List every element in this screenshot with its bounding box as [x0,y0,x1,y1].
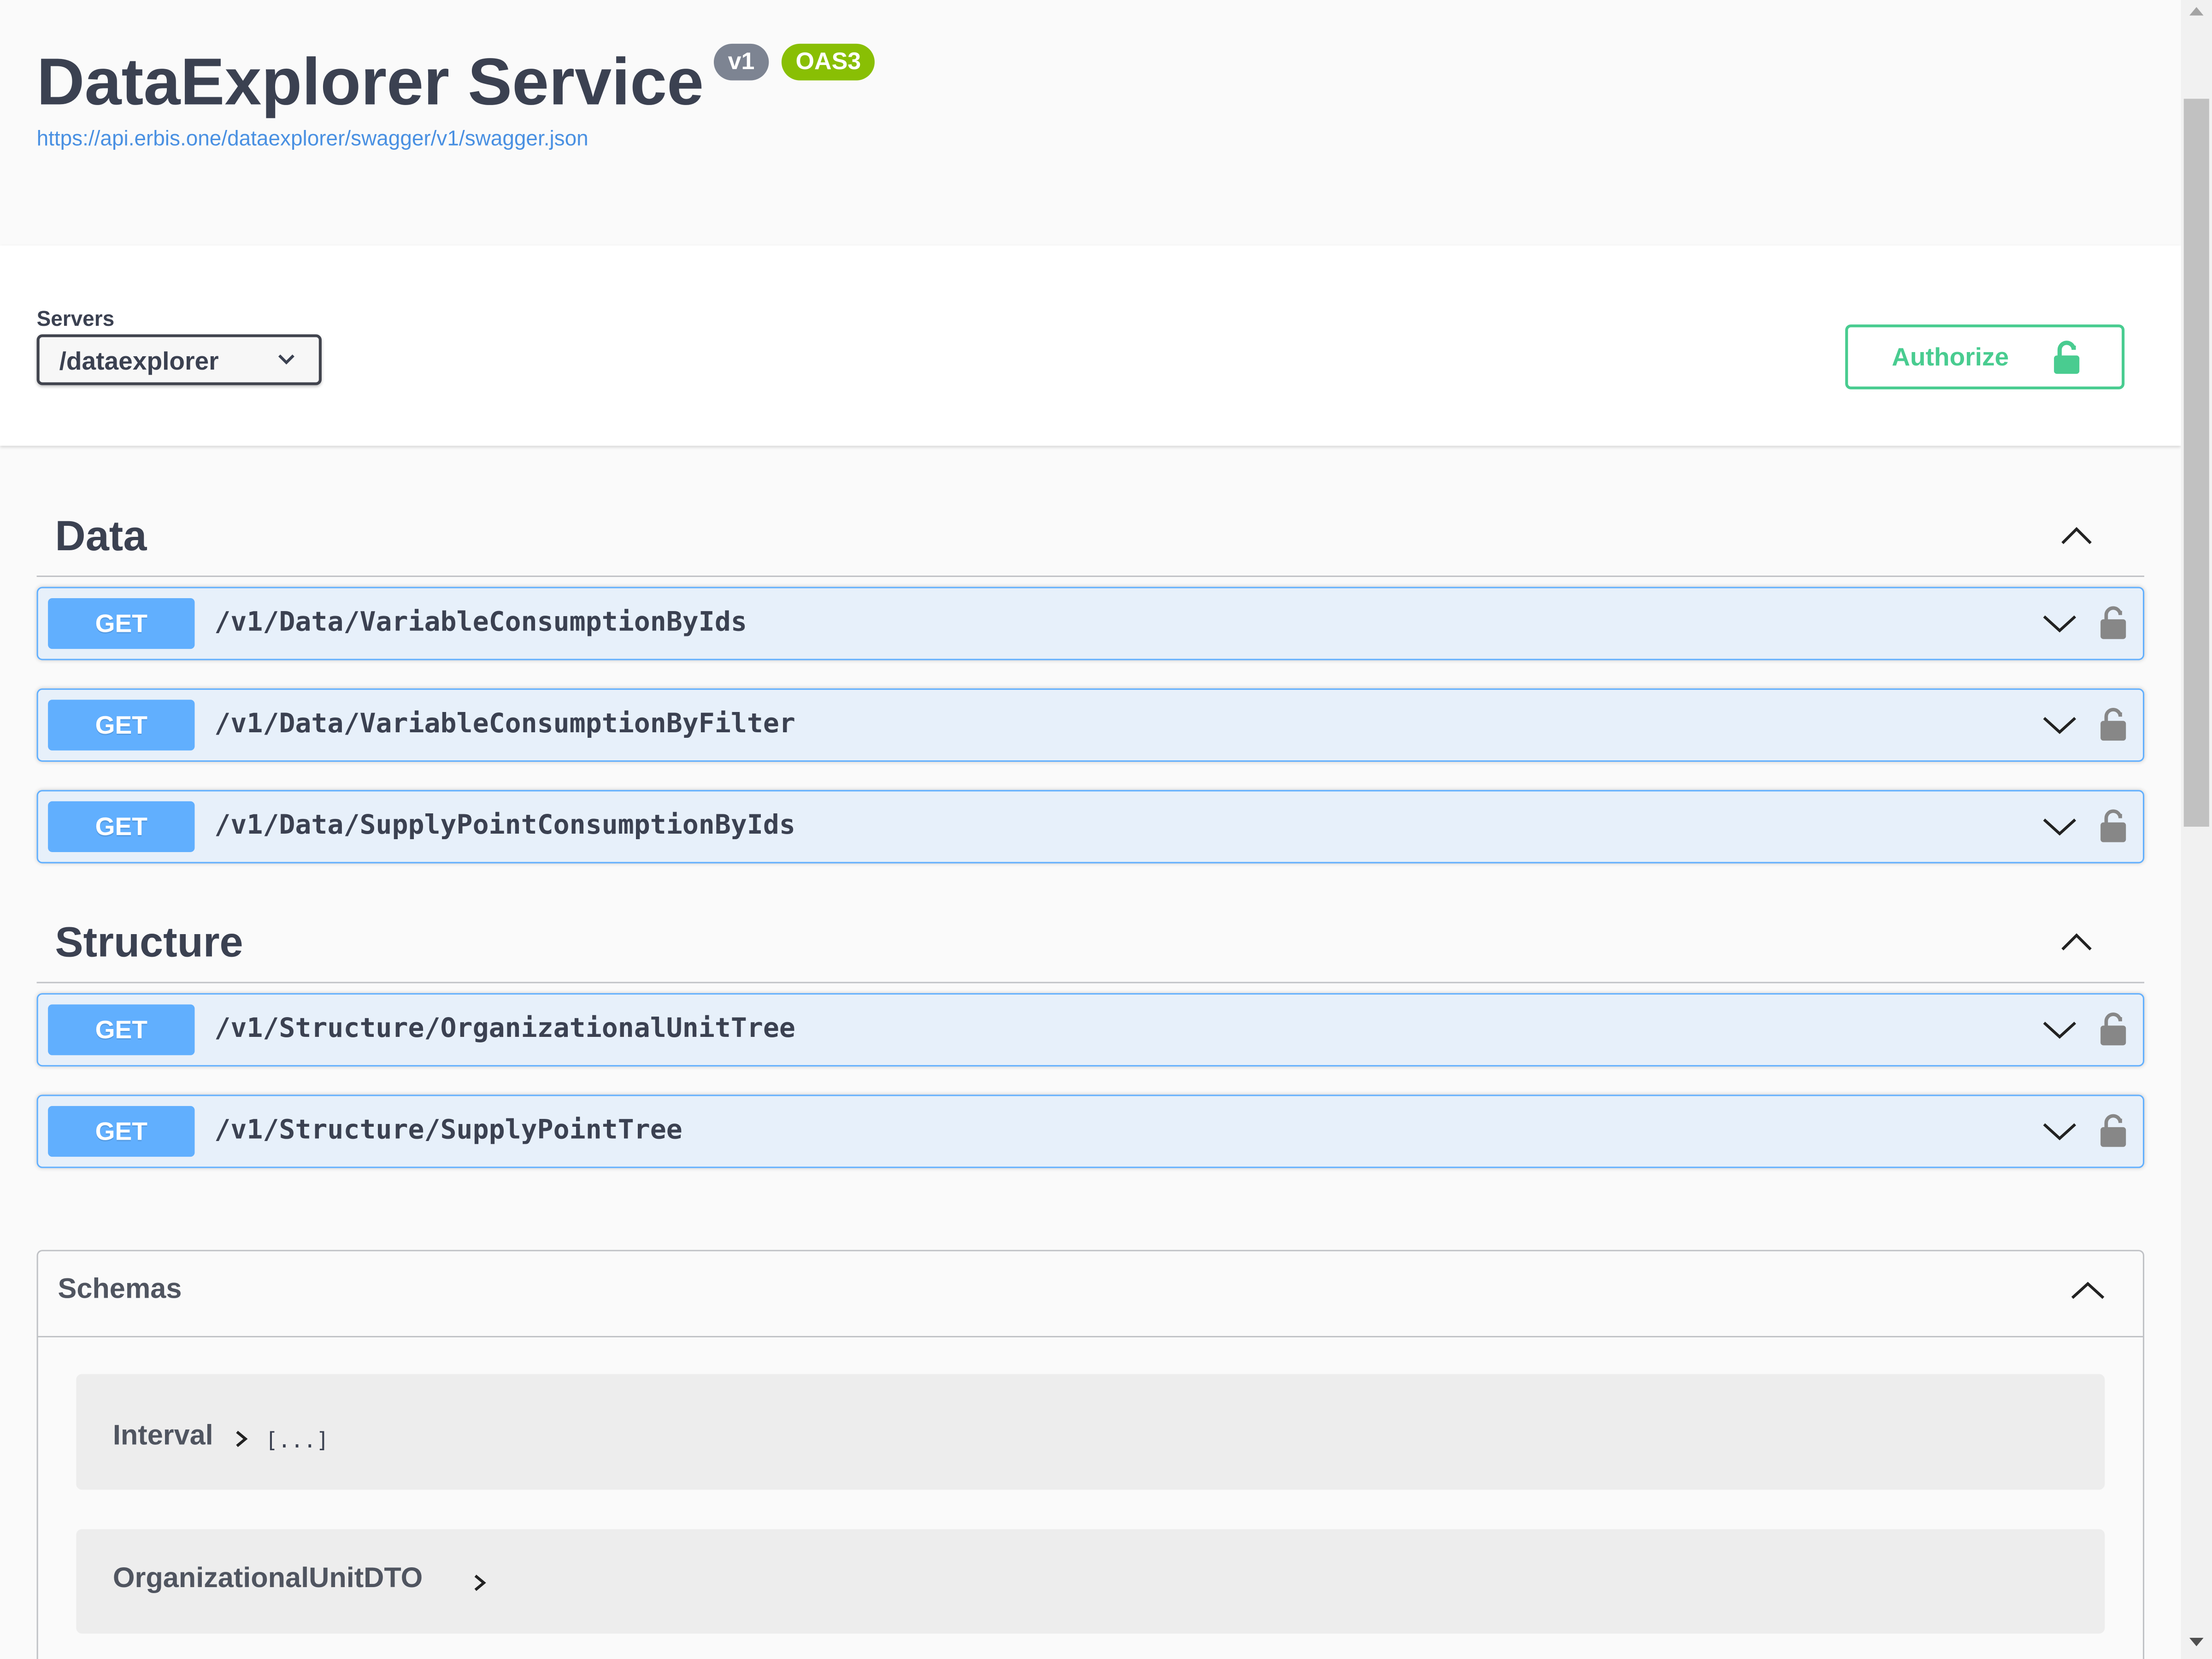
lock-icon[interactable] [2099,807,2127,844]
version-badge: v1 [713,43,769,81]
chevron-right-icon[interactable] [234,1429,248,1449]
unlock-icon [2054,341,2080,374]
lock-icon[interactable] [2099,1010,2127,1047]
schema-name: OrganizationalUnitDTO [112,1563,423,1594]
servers-select[interactable]: /dataexplorer [36,334,322,385]
tag-header-data[interactable]: Data [36,497,2145,577]
chevron-up-icon[interactable] [2059,931,2093,953]
method-badge: GET [48,801,195,852]
lock-icon[interactable] [2099,604,2127,641]
servers-label: Servers [36,307,115,332]
schemas-section: Schemas Interval [...] OrganizationalUni… [36,1250,2145,1659]
scheme-container: Servers /dataexplorer Authorize [0,245,2181,446]
opblock-get[interactable]: GET /v1/Data/VariableConsumptionByFilter [36,688,2145,762]
operation-path: /v1/Structure/OrganizationalUnitTree [214,1012,795,1044]
chevron-up-icon[interactable] [2059,525,2093,547]
chevron-down-icon[interactable] [2041,815,2078,838]
method-badge: GET [48,598,195,649]
lock-icon[interactable] [2099,706,2127,742]
chevron-up-icon[interactable] [2070,1280,2106,1302]
method-badge: GET [48,1004,195,1055]
method-badge: GET [48,1106,195,1157]
method-badge: GET [48,700,195,751]
page-title: DataExplorer Service [36,43,704,119]
opblock-get[interactable]: GET /v1/Structure/OrganizationalUnitTree [36,993,2145,1067]
tag-section-structure: Structure [36,903,2145,983]
spec-url-link[interactable]: https://api.erbis.one/dataexplorer/swagg… [37,127,588,151]
operation-path: /v1/Data/VariableConsumptionByIds [214,606,747,638]
api-info: DataExplorer Service v1 OAS3 https://api… [36,42,2153,151]
servers-selected-value: /dataexplorer [59,347,219,376]
operation-path: /v1/Data/VariableConsumptionByFilter [214,708,795,740]
schema-item-interval[interactable]: Interval [...] [76,1374,2105,1490]
opblock-get[interactable]: GET /v1/Data/VariableConsumptionByIds [36,587,2145,660]
schema-collapsed-hint: [...] [265,1427,329,1453]
authorize-button[interactable]: Authorize [1845,324,2125,389]
schemas-title: Schemas [58,1274,182,1305]
opblock-get[interactable]: GET /v1/Structure/SupplyPointTree [36,1094,2145,1168]
scroll-up-arrow-icon[interactable] [2188,6,2205,17]
chevron-right-icon[interactable] [473,1573,487,1593]
operation-path: /v1/Data/SupplyPointConsumptionByIds [214,810,795,841]
scrollbar-thumb[interactable] [2183,99,2209,827]
scroll-down-arrow-icon[interactable] [2188,1636,2205,1647]
chevron-down-icon[interactable] [2041,612,2078,635]
schemas-header[interactable]: Schemas [38,1251,2143,1338]
tag-title: Structure [55,919,243,966]
opblock-get[interactable]: GET /v1/Data/SupplyPointConsumptionByIds [36,790,2145,864]
operation-path: /v1/Structure/SupplyPointTree [214,1114,682,1146]
oas-badge: OAS3 [781,43,875,81]
chevron-down-icon [278,354,294,365]
tag-section-data: Data [36,497,2145,577]
lock-icon[interactable] [2099,1112,2127,1148]
tag-header-structure[interactable]: Structure [36,903,2145,983]
schema-name: Interval [112,1420,213,1452]
swagger-page: DataExplorer Service v1 OAS3 https://api… [0,0,2212,1659]
chevron-down-icon[interactable] [2041,1120,2078,1143]
authorize-label: Authorize [1892,342,2009,371]
tag-title: Data [55,513,147,560]
chevron-down-icon[interactable] [2041,1018,2078,1041]
schema-item-organizationalunitdto[interactable]: OrganizationalUnitDTO [76,1529,2105,1634]
chevron-down-icon[interactable] [2041,714,2078,736]
